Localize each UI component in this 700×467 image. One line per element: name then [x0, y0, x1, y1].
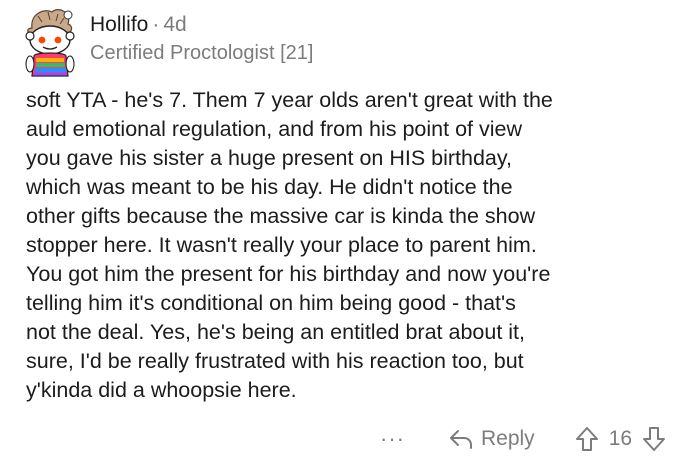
comment-body-line: sure, I'd be really frustrated with his …	[26, 349, 524, 373]
comment-body: soft YTA - he's 7. Them 7 year olds aren…	[26, 86, 686, 405]
snoo-avatar-icon	[25, 9, 75, 77]
reply-arrow-icon	[449, 430, 472, 449]
reply-button[interactable]: Reply	[449, 427, 535, 451]
comment-body-line: y'kinda did a whoopsie here.	[26, 378, 297, 402]
vote-score: 16	[608, 427, 633, 450]
username-link[interactable]: Hollifo	[90, 13, 148, 36]
more-options-button[interactable]: ···	[380, 428, 405, 450]
comment: Hollifo · 4d Certified Proctologist [21] s…	[0, 0, 700, 467]
comment-meta: Hollifo · 4d Certified Proctologist [21]	[90, 12, 313, 66]
comment-body-line: you gave his sister a huge present on HI…	[26, 146, 513, 170]
comment-body-line: not the deal. Yes, he's being an entitle…	[26, 320, 525, 344]
upvote-button[interactable]	[575, 426, 599, 452]
comment-body-line: which was meant to be his day. He didn't…	[26, 175, 513, 199]
comment-body-line: You got him the present for his birthday…	[26, 262, 551, 286]
user-flair: Certified Proctologist [21]	[90, 42, 314, 64]
comment-actions: ··· Reply 16	[380, 422, 666, 456]
user-avatar[interactable]	[18, 6, 82, 78]
comment-body-line: soft YTA - he's 7. Them 7 year olds aren…	[26, 88, 553, 112]
comment-body-line: telling him it's conditional on him bein…	[26, 291, 516, 315]
reply-label: Reply	[480, 427, 535, 450]
downvote-button[interactable]	[642, 426, 666, 452]
meta-top-row: Hollifo · 4d	[90, 12, 313, 38]
meta-separator: ·	[152, 13, 160, 36]
upvote-arrow-icon	[575, 427, 598, 451]
comment-body-line: auld emotional regulation, and from his …	[26, 117, 522, 141]
comment-age: 4d	[163, 13, 187, 36]
downvote-arrow-icon	[643, 427, 666, 451]
comment-body-line: stopper here. It wasn't really your plac…	[26, 233, 537, 257]
comment-body-line: other gifts because the massive car is k…	[26, 204, 536, 228]
vote-controls: 16	[575, 426, 666, 452]
